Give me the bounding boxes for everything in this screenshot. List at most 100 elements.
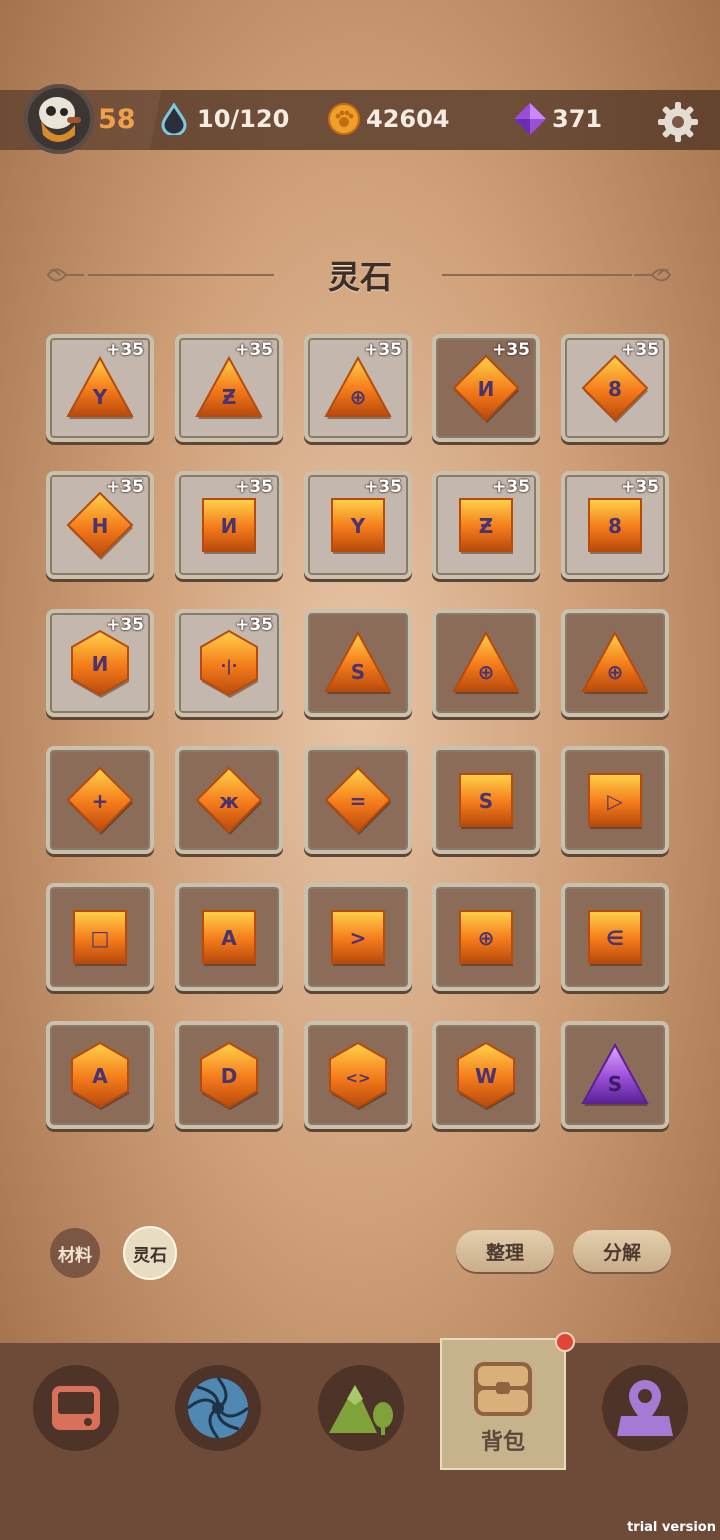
paw-coin-icon [328,103,360,135]
spirit-stone-square-icon: ▷ [588,773,642,829]
nav-portal-button[interactable] [175,1365,261,1451]
inventory-slot[interactable]: ▷ [561,746,669,854]
enhance-level-badge: +35 [364,340,402,360]
stamina-value: 10/120 [197,105,290,133]
rune-glyph: И [92,652,109,676]
skull-helmet-icon [39,97,81,142]
spirit-stone-square-icon: ⊕ [459,910,513,966]
inventory-slot[interactable]: ⊕ [432,609,540,717]
enhance-level-badge: +35 [106,615,144,635]
spirit-stone-triangle-icon: ⊕ [581,630,649,694]
settings-gear-icon[interactable] [656,100,700,144]
rune-glyph: = [350,789,367,813]
inventory-slot[interactable]: <> [304,1021,412,1129]
rune-glyph: A [221,926,237,950]
inventory-slot[interactable]: □ [46,883,154,991]
sort-button[interactable]: 整理 [456,1230,554,1272]
nav-map-button[interactable] [602,1365,688,1451]
player-level: 58 [98,104,136,135]
inventory-slot[interactable]: S [304,609,412,717]
rune-glyph: ж [219,789,239,813]
nav-console-button[interactable] [33,1365,119,1451]
rune-glyph: W [475,1064,497,1088]
spirit-stone-hexagon-icon: <> [329,1041,387,1110]
rune-glyph: 8 [608,377,622,401]
gem-value: 371 [552,105,603,133]
inventory-slot[interactable]: 8 +35 [561,471,669,579]
spirit-stone-hexagon-icon: И [71,629,129,698]
inventory-slot[interactable]: Ƶ +35 [175,334,283,442]
enhance-level-badge: +35 [235,615,273,635]
enhance-level-badge: +35 [106,477,144,497]
rune-glyph: ∈ [606,926,624,950]
inventory-slot[interactable]: ⊕ +35 [304,334,412,442]
inventory-slot[interactable]: D [175,1021,283,1129]
water-drop-icon [161,103,187,135]
inventory-slot[interactable]: ж [175,746,283,854]
spirit-stone-triangle-icon: Y [66,355,134,419]
left-flourish-icon [46,268,84,282]
category-materials-button[interactable]: 材料 [50,1228,100,1278]
rune-glyph: ⊕ [478,660,495,684]
spirit-stone-hexagon-icon: D [200,1041,258,1110]
spirit-stone-square-icon: Ƶ [459,498,513,554]
rune-glyph: ·|· [221,657,238,676]
rune-glyph: 8 [608,514,622,538]
enhance-level-badge: +35 [364,477,402,497]
enhance-level-badge: +35 [106,340,144,360]
inventory-slot[interactable]: ∈ [561,883,669,991]
spirit-stone-square-icon: □ [73,910,127,966]
inventory-slot[interactable]: И +35 [46,609,154,717]
spirit-stone-square-icon: 8 [588,498,642,554]
inventory-slot[interactable]: ⊕ [561,609,669,717]
inventory-slot[interactable]: ⊕ [432,883,540,991]
spirit-stone-triangle-icon: S [324,630,392,694]
spirit-stone-diamond-icon: И [452,354,520,423]
rune-glyph: S [351,660,365,684]
rune-glyph: Y [350,514,366,538]
inventory-slot[interactable]: + [46,746,154,854]
inventory-slot[interactable]: H +35 [46,471,154,579]
enhance-level-badge: +35 [492,477,530,497]
spirit-stone-square-icon: Y [331,498,385,554]
rune-glyph: A [92,1064,108,1088]
player-avatar[interactable] [24,84,94,154]
rune-glyph: Ƶ [479,514,494,538]
inventory-slot[interactable]: ·|· +35 [175,609,283,717]
mountain-tree-icon [329,1385,393,1435]
inventory-slot[interactable]: Y +35 [46,334,154,442]
spirit-stone-diamond-icon: 8 [581,354,649,423]
inventory-slot[interactable]: И +35 [432,334,540,442]
category-spirit-stones-button[interactable]: 灵石 [123,1226,177,1280]
rune-glyph: ⊕ [607,660,624,684]
inventory-slot[interactable]: Ƶ +35 [432,471,540,579]
inventory-slot[interactable]: 8 +35 [561,334,669,442]
inventory-slot[interactable]: S [561,1021,669,1129]
rune-glyph: И [221,514,238,538]
spirit-stone-diamond-icon: = [324,766,392,835]
spirit-stone-square-icon: > [331,910,385,966]
inventory-slot[interactable]: S [432,746,540,854]
device-screen-icon [52,1386,100,1430]
title-divider-right [442,274,632,276]
rune-glyph: + [92,789,109,813]
spirit-stone-triangle-icon: S [581,1042,649,1106]
coin-value: 42604 [366,105,450,133]
rune-glyph: D [221,1064,238,1088]
enhance-level-badge: +35 [621,477,659,497]
decompose-button[interactable]: 分解 [573,1230,671,1272]
inventory-slot[interactable]: > [304,883,412,991]
inventory-slot[interactable]: = [304,746,412,854]
rune-glyph: □ [91,926,110,950]
section-title: 灵石 [327,258,392,296]
inventory-slot[interactable]: Y +35 [304,471,412,579]
rune-glyph: > [350,926,367,950]
inventory-slot[interactable]: И +35 [175,471,283,579]
rune-glyph: ⊕ [350,385,367,409]
inventory-slot[interactable]: W [432,1021,540,1129]
rune-glyph: ⊕ [478,926,495,950]
spirit-stone-square-icon: S [459,773,513,829]
inventory-slot[interactable]: A [46,1021,154,1129]
inventory-slot[interactable]: A [175,883,283,991]
nav-explore-button[interactable] [318,1365,404,1451]
